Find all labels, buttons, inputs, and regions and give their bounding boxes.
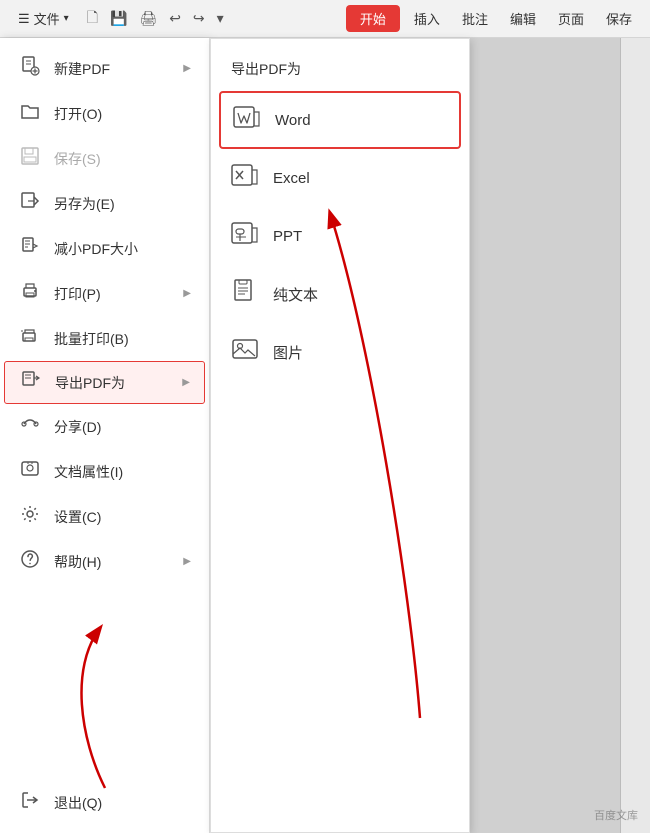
file-menu-panel: 新建PDF ▶ 打开(O) 保存(S) (0, 38, 210, 833)
file-menu-button[interactable]: ☰ 文件 ▾ (10, 6, 77, 31)
new-icon[interactable]: 🗋 (83, 5, 102, 33)
reduce-label: 减小PDF大小 (54, 239, 191, 259)
save-icon (18, 146, 42, 171)
print-arrow: ▶ (183, 288, 191, 299)
menu-item-batch-print[interactable]: 批量打印(B) (0, 316, 209, 361)
tab-annotate[interactable]: 批注 (454, 6, 496, 31)
image-icon (231, 335, 259, 369)
menu-icon: ☰ (18, 11, 30, 27)
properties-icon (18, 459, 42, 484)
new-pdf-arrow: ▶ (183, 63, 191, 74)
tab-save[interactable]: 保存 (598, 6, 640, 31)
share-label: 分享(D) (54, 417, 191, 437)
tab-insert[interactable]: 插入 (406, 6, 448, 31)
menu-item-save[interactable]: 保存(S) (0, 136, 209, 181)
batch-print-label: 批量打印(B) (54, 329, 191, 349)
word-icon (233, 103, 261, 137)
reduce-icon (18, 236, 42, 261)
tab-page[interactable]: 页面 (550, 6, 592, 31)
top-toolbar: ☰ 文件 ▾ 🗋 💾 🖨 ↩ ↪ ▾ 开始 插入 批注 编辑 页面 保存 (0, 0, 650, 38)
help-arrow: ▶ (183, 556, 191, 567)
export-label: 导出PDF为 (55, 373, 170, 393)
export-arrow: ▶ (182, 377, 190, 388)
share-icon (18, 414, 42, 439)
help-icon (18, 549, 42, 574)
menu-item-export[interactable]: 导出PDF为 ▶ (4, 361, 205, 404)
save-quick-icon[interactable]: 💾 (106, 8, 131, 29)
menu-item-reduce[interactable]: 减小PDF大小 (0, 226, 209, 271)
properties-label: 文档属性(I) (54, 462, 191, 482)
submenu-item-excel[interactable]: Excel (211, 149, 469, 207)
word-label: Word (275, 112, 311, 129)
image-label: 图片 (273, 342, 303, 363)
settings-icon (18, 504, 42, 529)
submenu-item-word[interactable]: Word (219, 91, 461, 149)
menu-item-help[interactable]: 帮助(H) ▶ (0, 539, 209, 584)
menu-item-settings[interactable]: 设置(C) (0, 494, 209, 539)
more-icon[interactable]: ▾ (213, 8, 228, 29)
save-label: 保存(S) (54, 149, 191, 169)
print-icon (18, 281, 42, 306)
help-label: 帮助(H) (54, 552, 171, 572)
plaintext-icon (231, 277, 259, 311)
menu-item-open[interactable]: 打开(O) (0, 91, 209, 136)
submenu-item-ppt[interactable]: PPT (211, 207, 469, 265)
submenu-title: 导出PDF为 (211, 51, 469, 91)
file-dropdown-icon: ▾ (64, 13, 69, 24)
ppt-icon (231, 219, 259, 253)
undo-icon[interactable]: ↩ (165, 8, 185, 29)
watermark-text: 百度文库 (594, 810, 638, 822)
right-panel-strip (620, 38, 650, 833)
menu-item-new-pdf[interactable]: 新建PDF ▶ (0, 46, 209, 91)
new-pdf-icon (18, 56, 42, 81)
tab-edit[interactable]: 编辑 (502, 6, 544, 31)
plaintext-label: 纯文本 (273, 284, 318, 305)
open-label: 打开(O) (54, 104, 191, 124)
ppt-label: PPT (273, 228, 302, 245)
submenu-item-plaintext[interactable]: 纯文本 (211, 265, 469, 323)
saveas-icon (18, 191, 42, 216)
new-pdf-label: 新建PDF (54, 59, 171, 79)
menu-item-exit[interactable]: 退出(Q) (0, 780, 209, 825)
exit-icon (18, 790, 42, 815)
file-label: 文件 (34, 9, 60, 28)
submenu-panel: 导出PDF为 Word Excel (210, 38, 470, 833)
menu-item-print[interactable]: 打印(P) ▶ (0, 271, 209, 316)
quick-access-toolbar: 🗋 💾 🖨 ↩ ↪ ▾ (83, 5, 228, 33)
saveas-label: 另存为(E) (54, 194, 191, 214)
print-label: 打印(P) (54, 284, 171, 304)
submenu-item-image[interactable]: 图片 (211, 323, 469, 381)
excel-icon (231, 161, 259, 195)
print-quick-icon[interactable]: 🖨 (135, 8, 161, 29)
watermark: 百度文库 (594, 807, 638, 823)
tab-start[interactable]: 开始 (346, 5, 400, 32)
batch-print-icon (18, 326, 42, 351)
export-icon (19, 370, 43, 395)
background-area (470, 38, 650, 833)
main-area: 新建PDF ▶ 打开(O) 保存(S) (0, 38, 650, 833)
menu-item-properties[interactable]: 文档属性(I) (0, 449, 209, 494)
menu-item-share[interactable]: 分享(D) (0, 404, 209, 449)
menu-item-saveas[interactable]: 另存为(E) (0, 181, 209, 226)
open-icon (18, 101, 42, 126)
excel-label: Excel (273, 170, 310, 187)
redo-icon[interactable]: ↪ (189, 8, 209, 29)
settings-label: 设置(C) (54, 507, 191, 527)
exit-label: 退出(Q) (54, 793, 191, 813)
